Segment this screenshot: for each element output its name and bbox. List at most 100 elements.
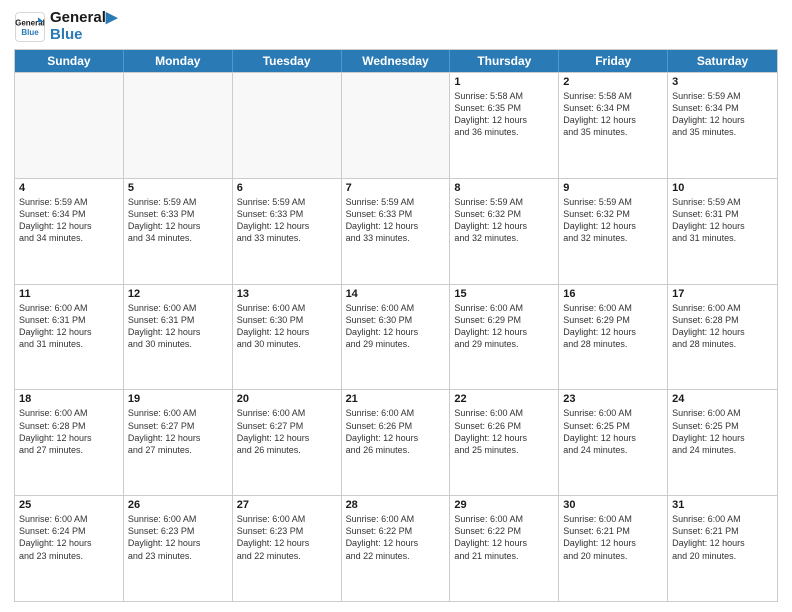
day-number: 25 <box>19 499 119 511</box>
day-info: Sunrise: 6:00 AM Sunset: 6:29 PM Dayligh… <box>563 302 663 351</box>
day-info: Sunrise: 5:59 AM Sunset: 6:33 PM Dayligh… <box>128 196 228 245</box>
weekday-header: Sunday <box>15 50 124 72</box>
day-number: 24 <box>672 393 773 405</box>
day-number: 2 <box>563 76 663 88</box>
calendar-cell: 24 Sunrise: 6:00 AM Sunset: 6:25 PM Dayli… <box>668 390 777 495</box>
day-number: 20 <box>237 393 337 405</box>
day-info: Sunrise: 5:59 AM Sunset: 6:34 PM Dayligh… <box>672 90 773 139</box>
calendar-row: 11 Sunrise: 6:00 AM Sunset: 6:31 PM Dayli… <box>15 284 777 390</box>
calendar-cell <box>124 73 233 178</box>
day-info: Sunrise: 6:00 AM Sunset: 6:24 PM Dayligh… <box>19 513 119 562</box>
calendar-cell <box>15 73 124 178</box>
day-info: Sunrise: 6:00 AM Sunset: 6:27 PM Dayligh… <box>237 407 337 456</box>
logo: General Blue General▶ Blue <box>14 10 117 43</box>
day-info: Sunrise: 6:00 AM Sunset: 6:23 PM Dayligh… <box>237 513 337 562</box>
day-number: 9 <box>563 182 663 194</box>
calendar-cell: 15 Sunrise: 6:00 AM Sunset: 6:29 PM Dayli… <box>450 285 559 390</box>
day-info: Sunrise: 6:00 AM Sunset: 6:28 PM Dayligh… <box>19 407 119 456</box>
day-number: 11 <box>19 288 119 300</box>
day-info: Sunrise: 6:00 AM Sunset: 6:30 PM Dayligh… <box>346 302 446 351</box>
weekday-header: Tuesday <box>233 50 342 72</box>
day-info: Sunrise: 5:59 AM Sunset: 6:31 PM Dayligh… <box>672 196 773 245</box>
day-info: Sunrise: 6:00 AM Sunset: 6:25 PM Dayligh… <box>563 407 663 456</box>
calendar-row: 25 Sunrise: 6:00 AM Sunset: 6:24 PM Dayli… <box>15 495 777 601</box>
day-info: Sunrise: 6:00 AM Sunset: 6:31 PM Dayligh… <box>19 302 119 351</box>
calendar-cell: 1Sunrise: 5:58 AM Sunset: 6:35 PM Daylig… <box>450 73 559 178</box>
day-info: Sunrise: 5:58 AM Sunset: 6:34 PM Dayligh… <box>563 90 663 139</box>
day-number: 19 <box>128 393 228 405</box>
calendar-cell: 16 Sunrise: 6:00 AM Sunset: 6:29 PM Dayli… <box>559 285 668 390</box>
calendar-cell: 29 Sunrise: 6:00 AM Sunset: 6:22 PM Dayli… <box>450 496 559 601</box>
calendar-cell: 11 Sunrise: 6:00 AM Sunset: 6:31 PM Dayli… <box>15 285 124 390</box>
calendar-cell: 13Sunrise: 6:00 AM Sunset: 6:30 PM Dayli… <box>233 285 342 390</box>
day-info: Sunrise: 6:00 AM Sunset: 6:28 PM Dayligh… <box>672 302 773 351</box>
day-info: Sunrise: 6:00 AM Sunset: 6:30 PM Dayligh… <box>237 302 337 351</box>
calendar-cell: 4 Sunrise: 5:59 AM Sunset: 6:34 PM Daylig… <box>15 179 124 284</box>
day-number: 15 <box>454 288 554 300</box>
day-info: Sunrise: 6:00 AM Sunset: 6:31 PM Dayligh… <box>128 302 228 351</box>
calendar-cell: 9 Sunrise: 5:59 AM Sunset: 6:32 PM Daylig… <box>559 179 668 284</box>
day-info: Sunrise: 6:00 AM Sunset: 6:21 PM Dayligh… <box>563 513 663 562</box>
day-info: Sunrise: 5:59 AM Sunset: 6:32 PM Dayligh… <box>563 196 663 245</box>
day-number: 5 <box>128 182 228 194</box>
calendar-cell: 18 Sunrise: 6:00 AM Sunset: 6:28 PM Dayli… <box>15 390 124 495</box>
calendar-row: 18 Sunrise: 6:00 AM Sunset: 6:28 PM Dayli… <box>15 389 777 495</box>
calendar-cell: 22Sunrise: 6:00 AM Sunset: 6:26 PM Dayli… <box>450 390 559 495</box>
day-number: 14 <box>346 288 446 300</box>
logo-icon: General Blue <box>14 11 46 43</box>
day-number: 3 <box>672 76 773 88</box>
day-info: Sunrise: 5:59 AM Sunset: 6:33 PM Dayligh… <box>346 196 446 245</box>
day-number: 12 <box>128 288 228 300</box>
day-number: 7 <box>346 182 446 194</box>
weekday-header: Wednesday <box>342 50 451 72</box>
calendar-cell: 23 Sunrise: 6:00 AM Sunset: 6:25 PM Dayli… <box>559 390 668 495</box>
calendar-cell: 28 Sunrise: 6:00 AM Sunset: 6:22 PM Dayli… <box>342 496 451 601</box>
day-number: 29 <box>454 499 554 511</box>
calendar-cell: 8 Sunrise: 5:59 AM Sunset: 6:32 PM Daylig… <box>450 179 559 284</box>
day-number: 28 <box>346 499 446 511</box>
svg-text:Blue: Blue <box>21 28 39 37</box>
calendar-cell: 3 Sunrise: 5:59 AM Sunset: 6:34 PM Daylig… <box>668 73 777 178</box>
day-info: Sunrise: 6:00 AM Sunset: 6:21 PM Dayligh… <box>672 513 773 562</box>
calendar-cell: 21 Sunrise: 6:00 AM Sunset: 6:26 PM Dayli… <box>342 390 451 495</box>
day-info: Sunrise: 6:00 AM Sunset: 6:27 PM Dayligh… <box>128 407 228 456</box>
calendar-cell: 17 Sunrise: 6:00 AM Sunset: 6:28 PM Dayli… <box>668 285 777 390</box>
calendar-cell <box>342 73 451 178</box>
day-number: 27 <box>237 499 337 511</box>
day-number: 17 <box>672 288 773 300</box>
day-number: 4 <box>19 182 119 194</box>
day-info: Sunrise: 5:59 AM Sunset: 6:32 PM Dayligh… <box>454 196 554 245</box>
page: General Blue General▶ Blue SundayMondayT… <box>0 0 792 612</box>
calendar-cell: 5 Sunrise: 5:59 AM Sunset: 6:33 PM Daylig… <box>124 179 233 284</box>
day-info: Sunrise: 6:00 AM Sunset: 6:23 PM Dayligh… <box>128 513 228 562</box>
day-number: 6 <box>237 182 337 194</box>
day-number: 31 <box>672 499 773 511</box>
calendar-row: 1Sunrise: 5:58 AM Sunset: 6:35 PM Daylig… <box>15 72 777 178</box>
calendar-cell: 26 Sunrise: 6:00 AM Sunset: 6:23 PM Dayli… <box>124 496 233 601</box>
calendar-cell: 2 Sunrise: 5:58 AM Sunset: 6:34 PM Daylig… <box>559 73 668 178</box>
day-info: Sunrise: 6:00 AM Sunset: 6:25 PM Dayligh… <box>672 407 773 456</box>
day-number: 1 <box>454 76 554 88</box>
calendar-cell: 19 Sunrise: 6:00 AM Sunset: 6:27 PM Dayli… <box>124 390 233 495</box>
weekday-header: Monday <box>124 50 233 72</box>
calendar-cell <box>233 73 342 178</box>
day-number: 21 <box>346 393 446 405</box>
day-number: 18 <box>19 393 119 405</box>
day-info: Sunrise: 6:00 AM Sunset: 6:29 PM Dayligh… <box>454 302 554 351</box>
calendar-cell: 10Sunrise: 5:59 AM Sunset: 6:31 PM Dayli… <box>668 179 777 284</box>
calendar-header: SundayMondayTuesdayWednesdayThursdayFrid… <box>15 50 777 72</box>
day-number: 23 <box>563 393 663 405</box>
header: General Blue General▶ Blue <box>14 10 778 43</box>
day-info: Sunrise: 6:00 AM Sunset: 6:22 PM Dayligh… <box>346 513 446 562</box>
weekday-header: Saturday <box>668 50 777 72</box>
day-number: 8 <box>454 182 554 194</box>
day-number: 30 <box>563 499 663 511</box>
day-info: Sunrise: 5:59 AM Sunset: 6:34 PM Dayligh… <box>19 196 119 245</box>
weekday-header: Friday <box>559 50 668 72</box>
calendar-cell: 25 Sunrise: 6:00 AM Sunset: 6:24 PM Dayli… <box>15 496 124 601</box>
day-number: 16 <box>563 288 663 300</box>
calendar-cell: 31 Sunrise: 6:00 AM Sunset: 6:21 PM Dayli… <box>668 496 777 601</box>
day-info: Sunrise: 6:00 AM Sunset: 6:26 PM Dayligh… <box>346 407 446 456</box>
day-info: Sunrise: 6:00 AM Sunset: 6:22 PM Dayligh… <box>454 513 554 562</box>
day-number: 26 <box>128 499 228 511</box>
